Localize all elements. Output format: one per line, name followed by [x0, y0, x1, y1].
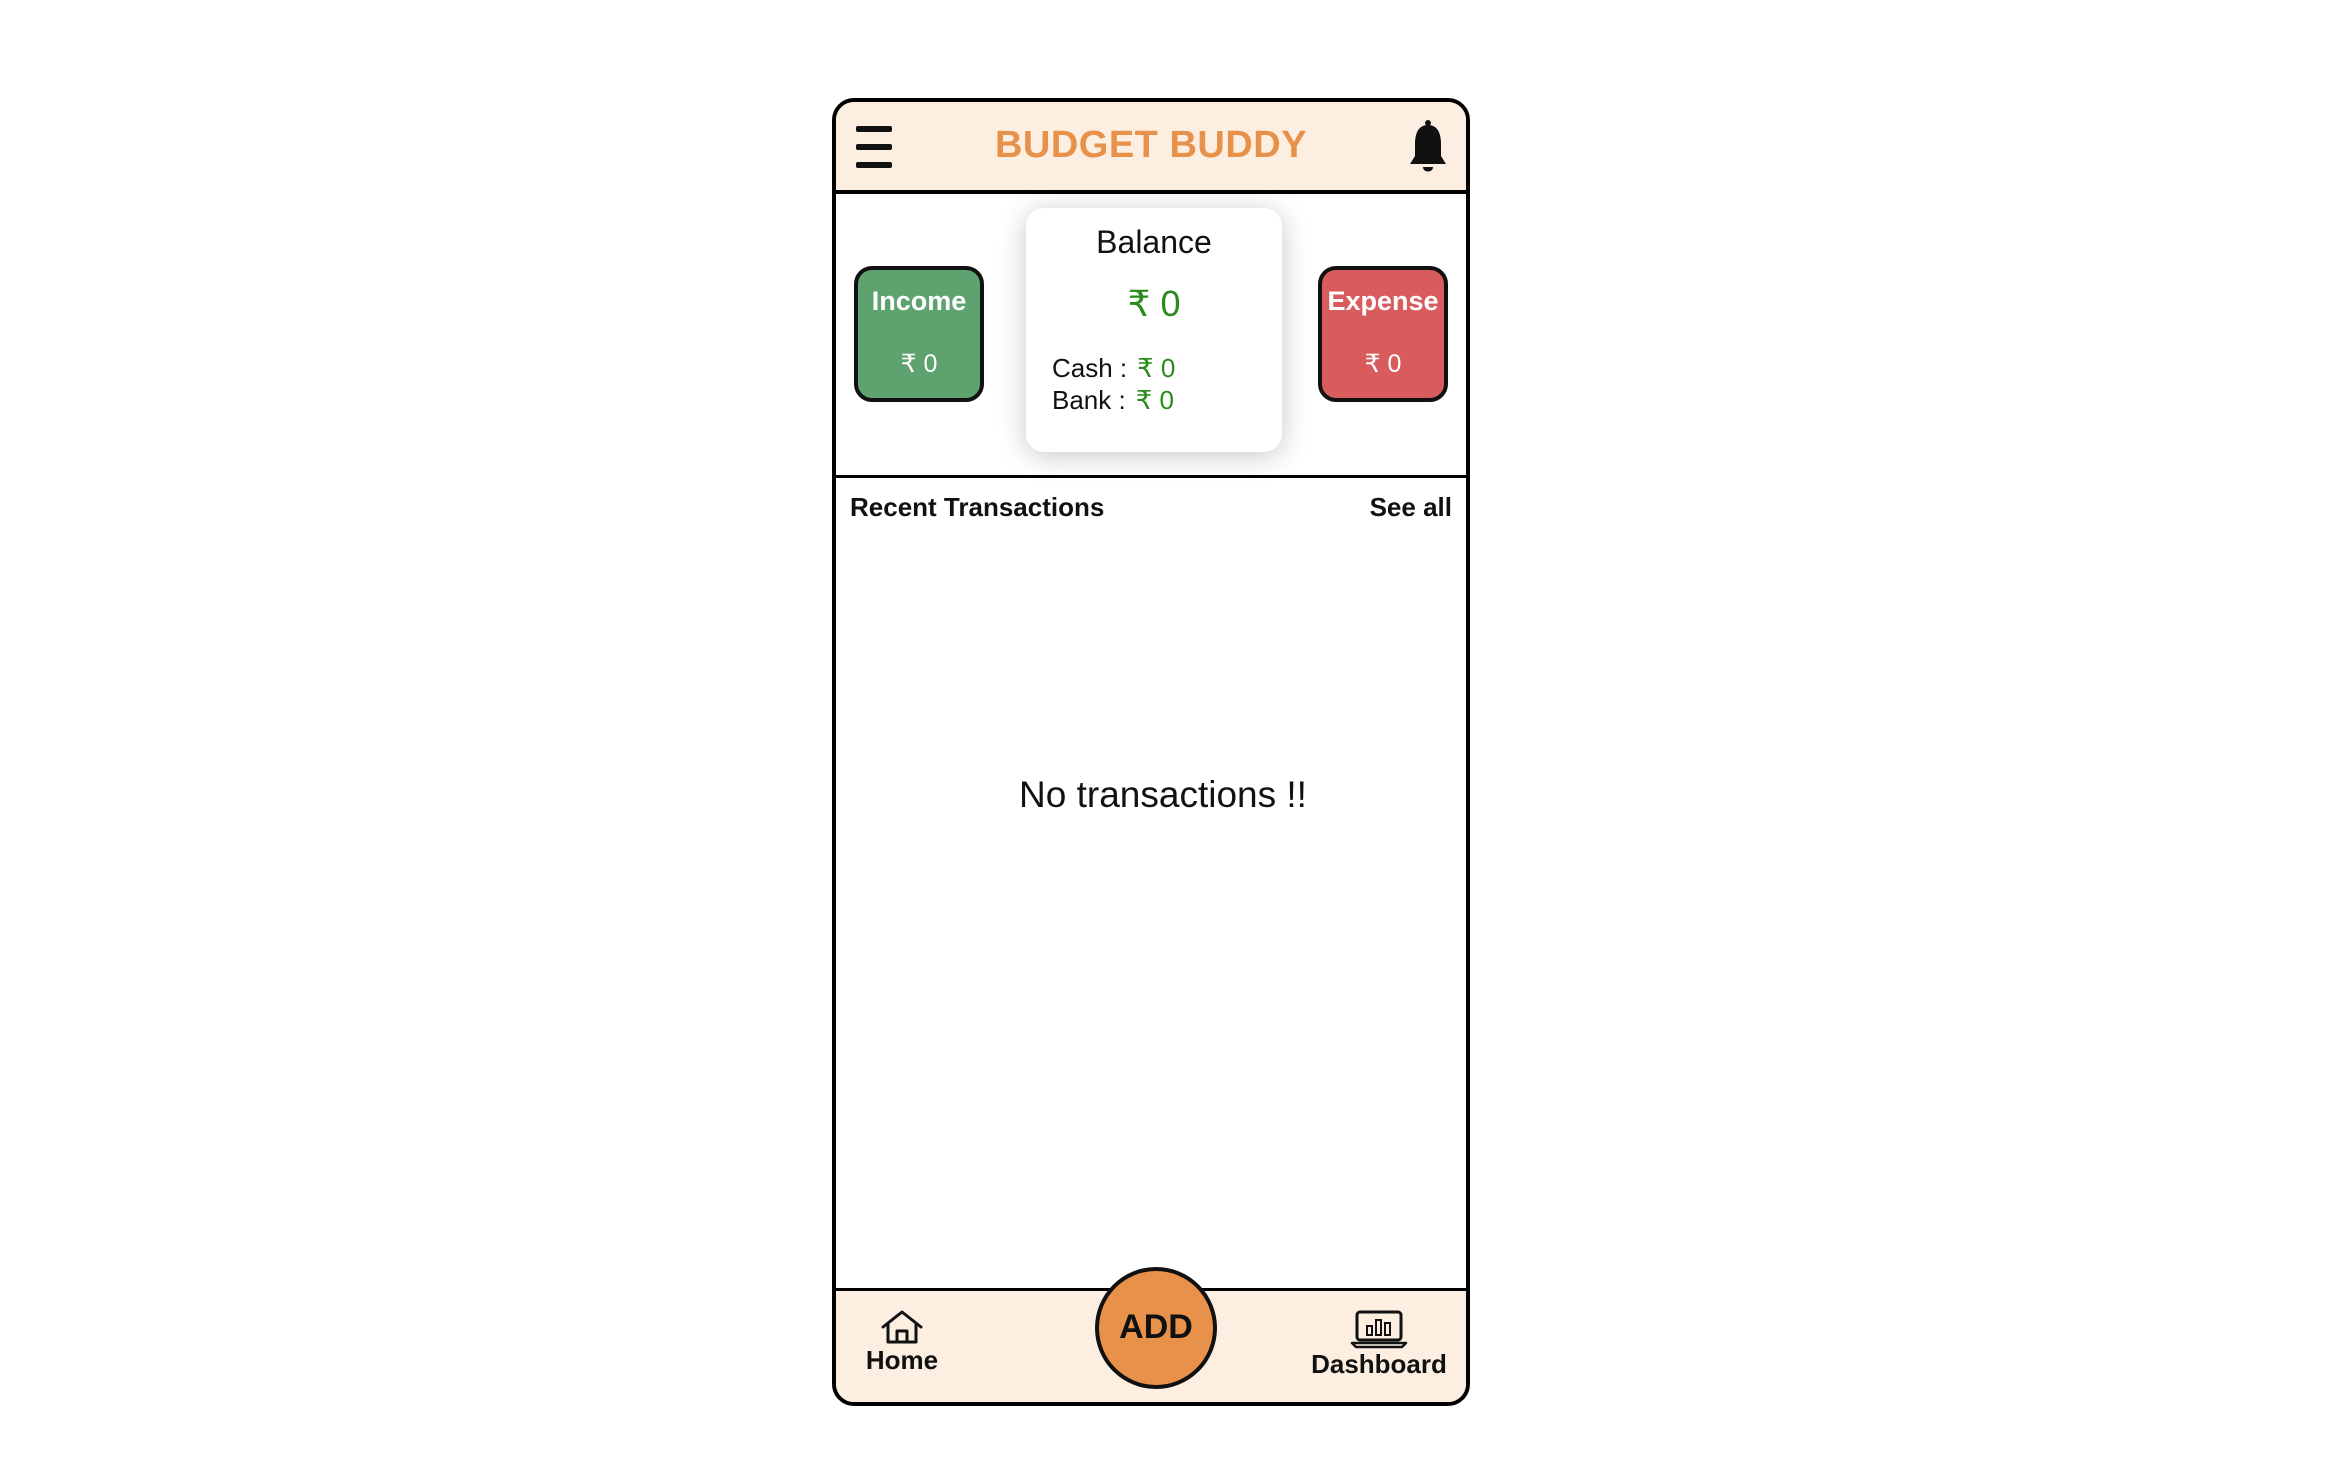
nav-dashboard[interactable]: Dashboard — [1304, 1309, 1454, 1380]
nav-dashboard-label: Dashboard — [1311, 1349, 1447, 1379]
home-icon — [881, 1310, 923, 1344]
expense-value: ₹ 0 — [1364, 350, 1402, 378]
nav-home-label: Home — [865, 1345, 939, 1375]
balance-card: Balance ₹ 0 Cash : ₹ 0 Bank : ₹ 0 — [1026, 208, 1282, 452]
balance-title: Balance — [1096, 224, 1212, 260]
expense-card[interactable]: Expense ₹ 0 — [1318, 266, 1448, 402]
cash-row: Cash : ₹ 0 — [1052, 352, 1175, 384]
recent-transactions-header: Recent Transactions See all — [850, 492, 1452, 528]
cash-value: ₹ 0 — [1137, 353, 1176, 383]
income-card[interactable]: Income ₹ 0 — [854, 266, 984, 402]
bank-value: ₹ 0 — [1135, 385, 1174, 415]
income-value: ₹ 0 — [900, 350, 938, 378]
empty-transactions-message: No transactions !! — [1019, 774, 1307, 815]
balance-breakdown: Cash : ₹ 0 Bank : ₹ 0 — [1052, 352, 1175, 416]
see-all-link[interactable]: See all — [1370, 492, 1452, 523]
bell-icon[interactable] — [1408, 118, 1448, 178]
income-label: Income — [871, 286, 967, 316]
add-button[interactable]: ADD — [1095, 1267, 1217, 1389]
cash-label: Cash : — [1052, 353, 1128, 383]
app-title: BUDGET BUDDY — [994, 124, 1308, 166]
app-header: BUDGET BUDDY — [836, 102, 1466, 194]
summary-section: Income ₹ 0 Balance ₹ 0 Cash : ₹ 0 Bank : ₹… — [836, 194, 1466, 478]
recent-transactions-title: Recent Transactions — [850, 492, 1105, 522]
nav-home[interactable]: Home — [860, 1309, 944, 1376]
laptop-chart-icon — [1350, 1310, 1408, 1349]
expense-label: Expense — [1327, 286, 1439, 316]
bank-row: Bank : ₹ 0 — [1052, 384, 1175, 416]
balance-amount: ₹ 0 — [1127, 283, 1181, 324]
phone-frame: BUDGET BUDDY Income ₹ 0 Balance ₹ 0 Cash… — [832, 98, 1470, 1406]
bank-label: Bank : — [1052, 385, 1126, 415]
